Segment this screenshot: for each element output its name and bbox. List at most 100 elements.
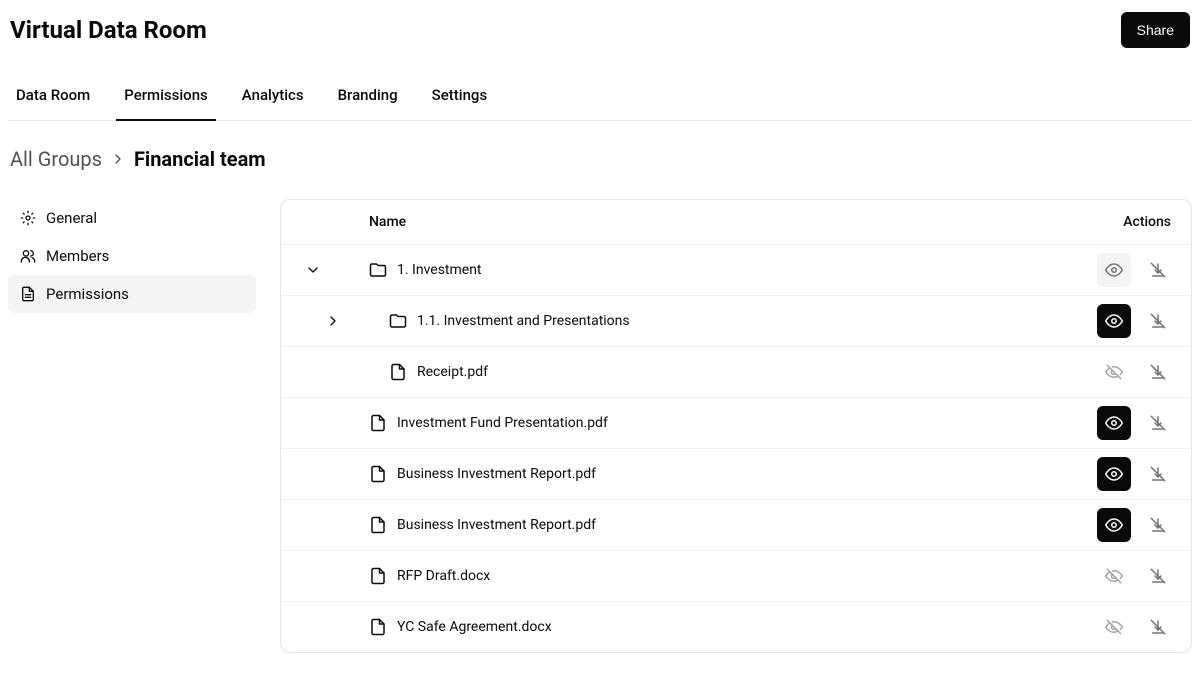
view-permission-button[interactable] [1097,253,1131,287]
download-off-icon [1149,414,1167,432]
download-permission-button[interactable] [1141,406,1175,440]
eye-off-icon [1105,567,1123,585]
file-icon [369,567,387,585]
page-title: Virtual Data Room [10,16,207,44]
item-name[interactable]: Receipt.pdf [329,363,1097,381]
file-row: Receipt.pdf [281,347,1191,398]
row-actions [1097,304,1175,338]
column-header-name: Name [301,214,1071,230]
row-actions [1097,610,1175,644]
table-header: Name Actions [281,200,1191,245]
download-permission-button[interactable] [1141,559,1175,593]
column-header-actions: Actions [1071,214,1171,230]
expand-toggle[interactable] [297,262,329,278]
view-permission-button[interactable] [1097,508,1131,542]
item-name[interactable]: Business Investment Report.pdf [329,465,1097,483]
file-icon [389,363,407,381]
item-label: 1. Investment [397,262,482,278]
sidebar-item-label: Members [46,247,109,265]
eye-icon [1105,414,1123,432]
file-row: YC Safe Agreement.docx [281,602,1191,652]
sidebar-item-permissions[interactable]: Permissions [8,275,256,313]
item-name[interactable]: 1. Investment [329,261,1097,279]
row-actions [1097,406,1175,440]
row-actions [1097,559,1175,593]
tab-data-room[interactable]: Data Room [10,72,96,120]
eye-off-icon [1105,363,1123,381]
download-permission-button[interactable] [1141,457,1175,491]
sidebar-item-label: General [46,209,97,227]
cog-icon [20,210,36,226]
item-label: 1.1. Investment and Presentations [417,313,630,329]
breadcrumb: All Groups Financial team [8,147,1192,171]
view-permission-button[interactable] [1097,610,1131,644]
item-name[interactable]: RFP Draft.docx [329,567,1097,585]
view-permission-button[interactable] [1097,304,1131,338]
view-permission-button[interactable] [1097,457,1131,491]
sidebar-item-members[interactable]: Members [8,237,256,275]
row-actions [1097,508,1175,542]
tab-branding[interactable]: Branding [332,72,404,120]
item-label: RFP Draft.docx [397,568,490,584]
share-button[interactable]: Share [1121,12,1190,48]
item-name[interactable]: 1.1. Investment and Presentations [349,312,1097,330]
sidebar: General Members Permissions [8,199,256,313]
download-permission-button[interactable] [1141,253,1175,287]
eye-off-icon [1105,618,1123,636]
item-label: Receipt.pdf [417,364,488,380]
folder-row: 1.1. Investment and Presentations [281,296,1191,347]
view-permission-button[interactable] [1097,559,1131,593]
sidebar-item-label: Permissions [46,285,129,303]
tab-settings[interactable]: Settings [426,72,494,120]
download-off-icon [1149,465,1167,483]
item-label: Business Investment Report.pdf [397,517,596,533]
download-off-icon [1149,261,1167,279]
file-text-icon [20,286,36,302]
folder-icon [389,312,407,330]
item-label: YC Safe Agreement.docx [397,619,552,635]
chevron-right-icon [110,151,126,167]
file-row: Business Investment Report.pdf [281,449,1191,500]
item-label: Investment Fund Presentation.pdf [397,415,608,431]
download-off-icon [1149,618,1167,636]
view-permission-button[interactable] [1097,355,1131,389]
download-off-icon [1149,567,1167,585]
download-permission-button[interactable] [1141,304,1175,338]
permissions-table: Name Actions 1. Investment 1. [280,199,1192,653]
download-permission-button[interactable] [1141,610,1175,644]
chevron-down-icon [305,262,321,278]
expand-toggle[interactable] [317,313,349,329]
item-name[interactable]: Business Investment Report.pdf [329,516,1097,534]
download-off-icon [1149,516,1167,534]
row-actions [1097,355,1175,389]
tab-permissions[interactable]: Permissions [118,72,214,120]
file-row: RFP Draft.docx [281,551,1191,602]
download-off-icon [1149,312,1167,330]
file-icon [369,414,387,432]
item-name[interactable]: Investment Fund Presentation.pdf [329,414,1097,432]
download-permission-button[interactable] [1141,355,1175,389]
tab-analytics[interactable]: Analytics [236,72,310,120]
folder-icon [369,261,387,279]
download-off-icon [1149,363,1167,381]
view-permission-button[interactable] [1097,406,1131,440]
chevron-right-icon [325,313,341,329]
file-row: Business Investment Report.pdf [281,500,1191,551]
sidebar-item-general[interactable]: General [8,199,256,237]
file-row: Investment Fund Presentation.pdf [281,398,1191,449]
breadcrumb-root[interactable]: All Groups [10,147,102,171]
download-permission-button[interactable] [1141,508,1175,542]
file-icon [369,516,387,534]
folder-row: 1. Investment [281,245,1191,296]
row-actions [1097,457,1175,491]
users-icon [20,248,36,264]
eye-icon [1105,261,1123,279]
item-label: Business Investment Report.pdf [397,466,596,482]
file-icon [369,465,387,483]
breadcrumb-current: Financial team [134,147,266,171]
tab-bar: Data Room Permissions Analytics Branding… [8,72,1192,121]
item-name[interactable]: YC Safe Agreement.docx [329,618,1097,636]
eye-icon [1105,312,1123,330]
eye-icon [1105,465,1123,483]
file-icon [369,618,387,636]
